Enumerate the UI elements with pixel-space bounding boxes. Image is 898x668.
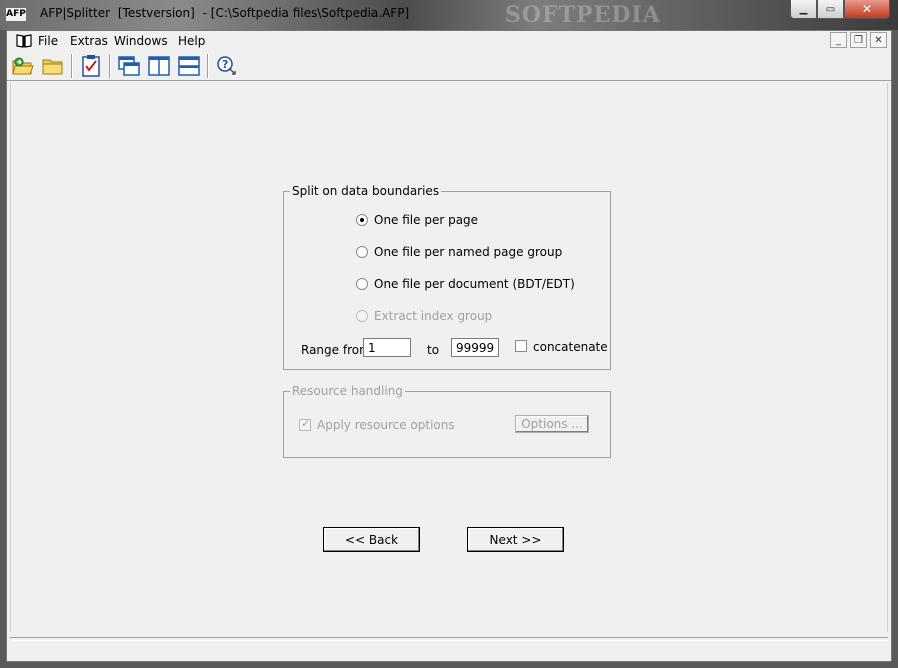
- radio-button: [356, 310, 368, 322]
- range-from-input[interactable]: [363, 338, 411, 357]
- maximize-button[interactable]: ▭: [817, 0, 844, 19]
- title-bar[interactable]: AFP AFP|Splitter [Testversion] - [C:\Sof…: [0, 0, 898, 30]
- resource-group: Resource handling Apply resource options…: [283, 384, 611, 458]
- radio-one-file-per-page[interactable]: One file per page: [356, 213, 478, 227]
- svg-text:?: ?: [222, 58, 228, 71]
- close-icon: ✕: [861, 2, 873, 16]
- title-app-name: AFP|Splitter: [40, 6, 111, 20]
- radio-label: One file per named page group: [374, 245, 563, 259]
- radio-one-file-per-document[interactable]: One file per document (BDT/EDT): [356, 277, 575, 291]
- wizard-panel: Split on data boundaries One file per pa…: [10, 83, 888, 632]
- range-to-label: to: [427, 343, 440, 357]
- main-frame: File Extras Windows Help _ ❐ ✕ ? Split o…: [6, 30, 892, 662]
- radio-button[interactable]: [356, 278, 368, 290]
- close-icon: ✕: [874, 34, 883, 46]
- back-button[interactable]: << Back: [323, 527, 420, 552]
- toolbar-separator: [207, 54, 209, 78]
- title-version: [Testversion]: [117, 6, 195, 20]
- menu-bar: File Extras Windows Help _ ❐ ✕: [7, 31, 891, 51]
- window-controls: ▁ ▭ ✕: [790, 0, 890, 19]
- toolbar-separator: [109, 54, 111, 78]
- radio-button[interactable]: [356, 246, 368, 258]
- resource-group-legend: Resource handling: [290, 384, 405, 398]
- radio-label: Extract index group: [374, 309, 493, 323]
- app-icon[interactable]: AFP: [6, 8, 26, 21]
- status-bar: [10, 637, 888, 657]
- mdi-controls: _ ❐ ✕: [830, 32, 887, 48]
- radio-extract-index-group: Extract index group: [356, 309, 492, 323]
- split-group: Split on data boundaries One file per pa…: [283, 184, 611, 370]
- watermark-logo: SOFTPEDIA: [505, 2, 661, 28]
- checklist-icon[interactable]: [79, 54, 103, 78]
- apply-resource-label: Apply resource options: [317, 418, 455, 432]
- radio-label: One file per page: [374, 213, 479, 227]
- minimize-icon: ▁: [799, 3, 808, 15]
- next-button[interactable]: Next >>: [467, 527, 564, 552]
- mdi-close-button[interactable]: ✕: [870, 32, 887, 48]
- toolbar: ?: [7, 51, 891, 81]
- menu-help[interactable]: Help: [178, 34, 205, 48]
- status-bar-panel: [10, 640, 888, 656]
- mdi-minimize-button[interactable]: _: [830, 32, 847, 48]
- cascade-windows-icon[interactable]: [117, 54, 141, 78]
- menu-file[interactable]: File: [38, 34, 58, 48]
- document-icon[interactable]: [15, 33, 33, 48]
- restore-icon: ❐: [854, 34, 863, 46]
- toolbar-separator: [71, 54, 73, 78]
- close-button[interactable]: ✕: [844, 0, 890, 19]
- concatenate-label: concatenate: [533, 340, 608, 354]
- title-file-path: - [C:\Softpedia files\Softpedia.AFP]: [202, 6, 410, 20]
- app-window: AFP AFP|Splitter [Testversion] - [C:\Sof…: [0, 0, 898, 668]
- window-title: AFP|Splitter [Testversion] - [C:\Softped…: [40, 6, 413, 20]
- tile-horizontal-icon[interactable]: [177, 54, 201, 78]
- folder-icon[interactable]: [41, 54, 65, 78]
- range-to-input[interactable]: [451, 338, 499, 357]
- range-from-label: Range from: [301, 343, 371, 357]
- options-button: Options ...: [515, 415, 589, 433]
- menu-windows[interactable]: Windows: [114, 34, 168, 48]
- mdi-restore-button[interactable]: ❐: [850, 32, 867, 48]
- concatenate-checkbox[interactable]: [515, 340, 527, 352]
- split-group-legend: Split on data boundaries: [290, 184, 442, 198]
- radio-button[interactable]: [356, 214, 368, 226]
- minimize-button[interactable]: ▁: [790, 0, 817, 19]
- apply-resource-checkbox: [299, 417, 311, 431]
- help-icon[interactable]: ?: [215, 54, 239, 78]
- radio-label: One file per document (BDT/EDT): [374, 277, 575, 291]
- tile-vertical-icon[interactable]: [147, 54, 171, 78]
- menu-extras[interactable]: Extras: [70, 34, 108, 48]
- open-file-icon[interactable]: [11, 54, 35, 78]
- minimize-icon: _: [836, 34, 841, 46]
- restore-icon: ▭: [825, 3, 836, 15]
- radio-one-file-per-named-page-group[interactable]: One file per named page group: [356, 245, 562, 259]
